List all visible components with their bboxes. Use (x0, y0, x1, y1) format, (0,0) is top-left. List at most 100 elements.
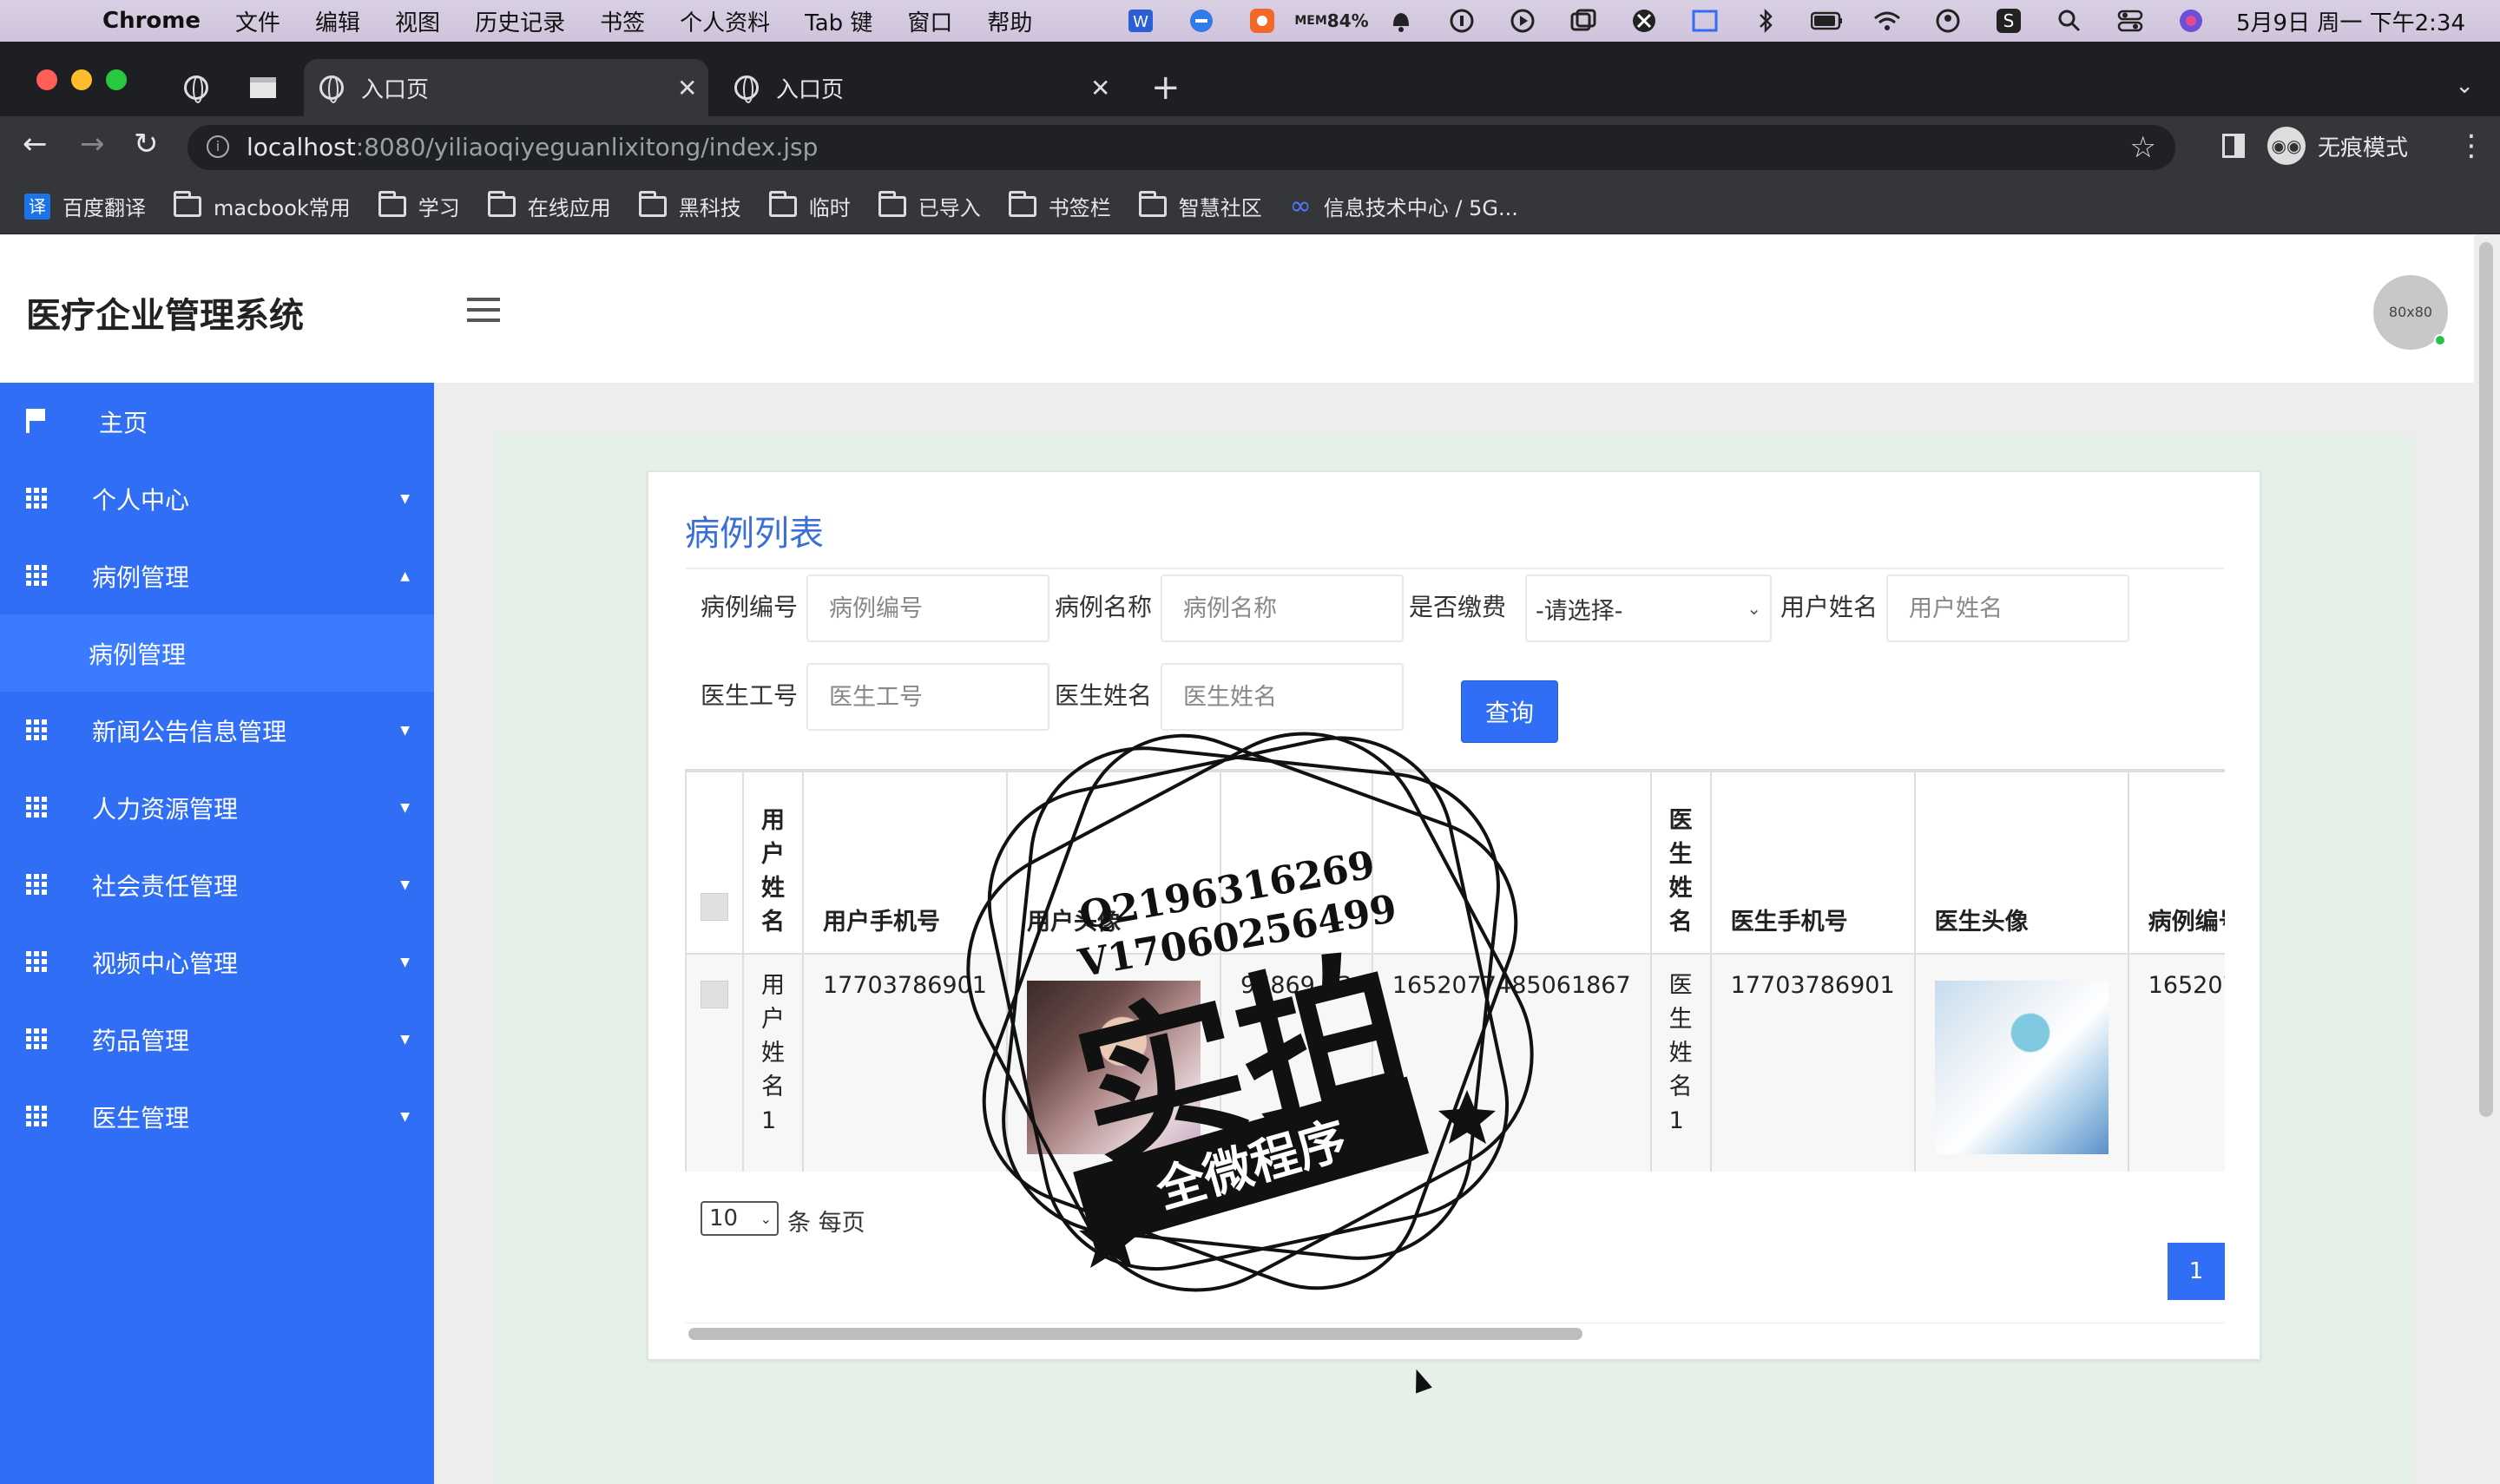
wifi-icon[interactable] (1872, 8, 1903, 34)
column-header[interactable]: 用户头像 (1005, 771, 1221, 955)
bookmark-folder-imported[interactable]: 已导入 (878, 190, 981, 221)
sidebar-item-hr[interactable]: 人力资源管理 ▼ (0, 769, 434, 846)
menu-edit[interactable]: 编辑 (315, 5, 360, 37)
menu-file[interactable]: 文件 (235, 5, 280, 37)
bookmark-folder-tech[interactable]: 黑科技 (638, 190, 741, 221)
user-circle-icon[interactable] (1932, 8, 1964, 34)
menu-profile[interactable]: 个人资料 (680, 5, 770, 37)
select-all-checkbox[interactable] (701, 893, 728, 921)
close-window-button[interactable] (36, 69, 57, 90)
siri-icon[interactable] (2175, 8, 2207, 34)
column-header[interactable] (1219, 771, 1373, 955)
battery-icon[interactable] (1811, 8, 1842, 34)
tab-pinned-blank[interactable] (234, 59, 292, 116)
bookmark-folder-online-apps[interactable]: 在线应用 (487, 190, 611, 221)
bookmark-folder-bookmark-bar[interactable]: 书签栏 (1008, 190, 1111, 221)
minimize-window-button[interactable] (71, 69, 92, 90)
sidebar-item-drugs[interactable]: 药品管理 ▼ (0, 1001, 434, 1078)
screen-icon[interactable] (1689, 8, 1720, 34)
column-header[interactable] (1371, 771, 1652, 955)
browser-menu-kebab-icon[interactable]: ⋮ (2457, 128, 2486, 163)
bookmark-star-icon[interactable]: ☆ (2130, 130, 2156, 165)
column-header[interactable]: 医生手机号 (1709, 771, 1916, 955)
case-no-input[interactable] (806, 575, 1049, 642)
bookmark-folder-study[interactable]: 学习 (378, 190, 460, 221)
menu-window[interactable]: 窗口 (907, 5, 952, 37)
sidebar-item-home[interactable]: 主页 (0, 383, 434, 460)
column-header[interactable]: 医生姓名 (1649, 771, 1712, 955)
column-header[interactable]: 医生头像 (1913, 771, 2129, 955)
page-vertical-scrollbar[interactable] (2479, 242, 2493, 1117)
bookmark-label: 信息技术中心 / 5G... (1323, 196, 1518, 220)
case-name-input[interactable] (1161, 575, 1404, 642)
menu-help[interactable]: 帮助 (987, 5, 1032, 37)
caret-up-icon: ▲ (400, 568, 410, 583)
wps-icon[interactable]: W (1125, 8, 1156, 34)
new-tab-plus-icon[interactable]: + (1151, 68, 1181, 108)
bookmark-folder-temp[interactable]: 临时 (768, 190, 851, 221)
side-panel-icon[interactable] (2222, 134, 2245, 158)
control-center-icon[interactable] (2115, 8, 2146, 34)
bluetooth-icon[interactable] (1750, 8, 1781, 34)
tab-search-chevron-icon[interactable]: ⌄ (2455, 73, 2474, 99)
doctor-avatar-image[interactable] (1934, 981, 2109, 1154)
incognito-indicator[interactable]: ◉◉ 无痕模式 (2267, 127, 2408, 165)
user-avatar[interactable]: 80x80 (2373, 275, 2448, 350)
url-text[interactable]: localhost:8080/yiliaoqiyeguanlixitong/in… (247, 133, 818, 161)
tab-entry-page-active[interactable]: 入口页 ✕ (304, 59, 708, 116)
close-tab-icon[interactable]: ✕ (1090, 74, 1110, 102)
menu-history[interactable]: 历史记录 (475, 5, 565, 37)
bell-icon[interactable] (1385, 8, 1417, 34)
cell-user-name: 用户姓名1 (742, 953, 804, 1172)
query-button[interactable]: 查询 (1461, 680, 1558, 743)
back-arrow-icon[interactable]: ← (23, 127, 48, 161)
hamburger-menu-icon[interactable] (467, 298, 500, 322)
bookmark-folder-smart-community[interactable]: 智慧社区 (1138, 190, 1262, 221)
memory-monitor[interactable]: MEM 84% (1294, 8, 1368, 34)
row-checkbox[interactable] (701, 981, 728, 1008)
xbox-icon[interactable] (1628, 8, 1660, 34)
sidebar-item-news[interactable]: 新闻公告信息管理 ▼ (0, 692, 434, 769)
sidebar-item-video-center[interactable]: 视频中心管理 ▼ (0, 923, 434, 1001)
sidebar-item-social-responsibility[interactable]: 社会责任管理 ▼ (0, 846, 434, 923)
doctor-no-input[interactable] (806, 663, 1049, 731)
info-circle-icon[interactable] (1446, 8, 1477, 34)
column-header[interactable]: 用户姓名 (742, 771, 804, 955)
forward-arrow-icon[interactable]: → (80, 127, 105, 161)
site-info-icon[interactable]: i (207, 135, 229, 158)
bookmark-folder-macbook[interactable]: macbook常用 (174, 190, 351, 221)
menu-bookmarks[interactable]: 书签 (600, 5, 645, 37)
user-name-input[interactable] (1886, 575, 2129, 642)
sidebar-subitem-case-management[interactable]: 病例管理 (0, 614, 434, 692)
close-tab-icon[interactable]: ✕ (677, 74, 697, 102)
sidebar-item-doctors[interactable]: 医生管理 ▼ (0, 1078, 434, 1155)
table-scroll-thumb[interactable] (688, 1328, 1582, 1340)
column-header[interactable]: 病例编号 (2127, 771, 2225, 955)
windows-icon[interactable] (1568, 8, 1599, 34)
bookmark-baidu-translate[interactable]: 译百度翻译 (24, 191, 146, 221)
chat-icon[interactable] (1186, 8, 1217, 34)
zoom-window-button[interactable] (106, 69, 127, 90)
tab-pinned-globe[interactable] (170, 59, 222, 116)
user-avatar-image[interactable] (1026, 981, 1201, 1154)
s-app-icon[interactable]: S (1993, 8, 2024, 34)
sidebar-item-case-management[interactable]: 病例管理 ▲ (0, 537, 434, 614)
play-icon[interactable] (1507, 8, 1538, 34)
menu-app-name[interactable]: Chrome (102, 8, 201, 34)
doctor-name-input[interactable] (1161, 663, 1404, 731)
table-row[interactable]: 用户姓名1 17703786901 96869.73 1652077485061… (685, 953, 2225, 1172)
menu-tab[interactable]: Tab 键 (805, 5, 872, 37)
sun-app-icon[interactable] (1247, 8, 1278, 34)
page-size-select[interactable]: 10 ⌄ (701, 1201, 779, 1236)
tab-entry-page[interactable]: 入口页 ✕ (720, 59, 1128, 116)
menu-view[interactable]: 视图 (395, 5, 440, 37)
reload-icon[interactable]: ↻ (134, 127, 159, 161)
sidebar-item-personal-center[interactable]: 个人中心 ▼ (0, 460, 434, 537)
menubar-clock[interactable]: 5月9日 周一 下午2:34 (2236, 5, 2465, 37)
page-1-button[interactable]: 1 (2168, 1243, 2225, 1300)
paid-status-select[interactable]: -请选择- ⌄ (1525, 575, 1772, 642)
search-icon[interactable] (2054, 8, 2085, 34)
column-header[interactable]: 用户手机号 (802, 771, 1008, 955)
bookmark-info-tech-center[interactable]: ∞ 信息技术中心 / 5G... (1290, 191, 1518, 221)
address-bar[interactable]: i localhost:8080/yiliaoqiyeguanlixitong/… (188, 125, 2175, 170)
